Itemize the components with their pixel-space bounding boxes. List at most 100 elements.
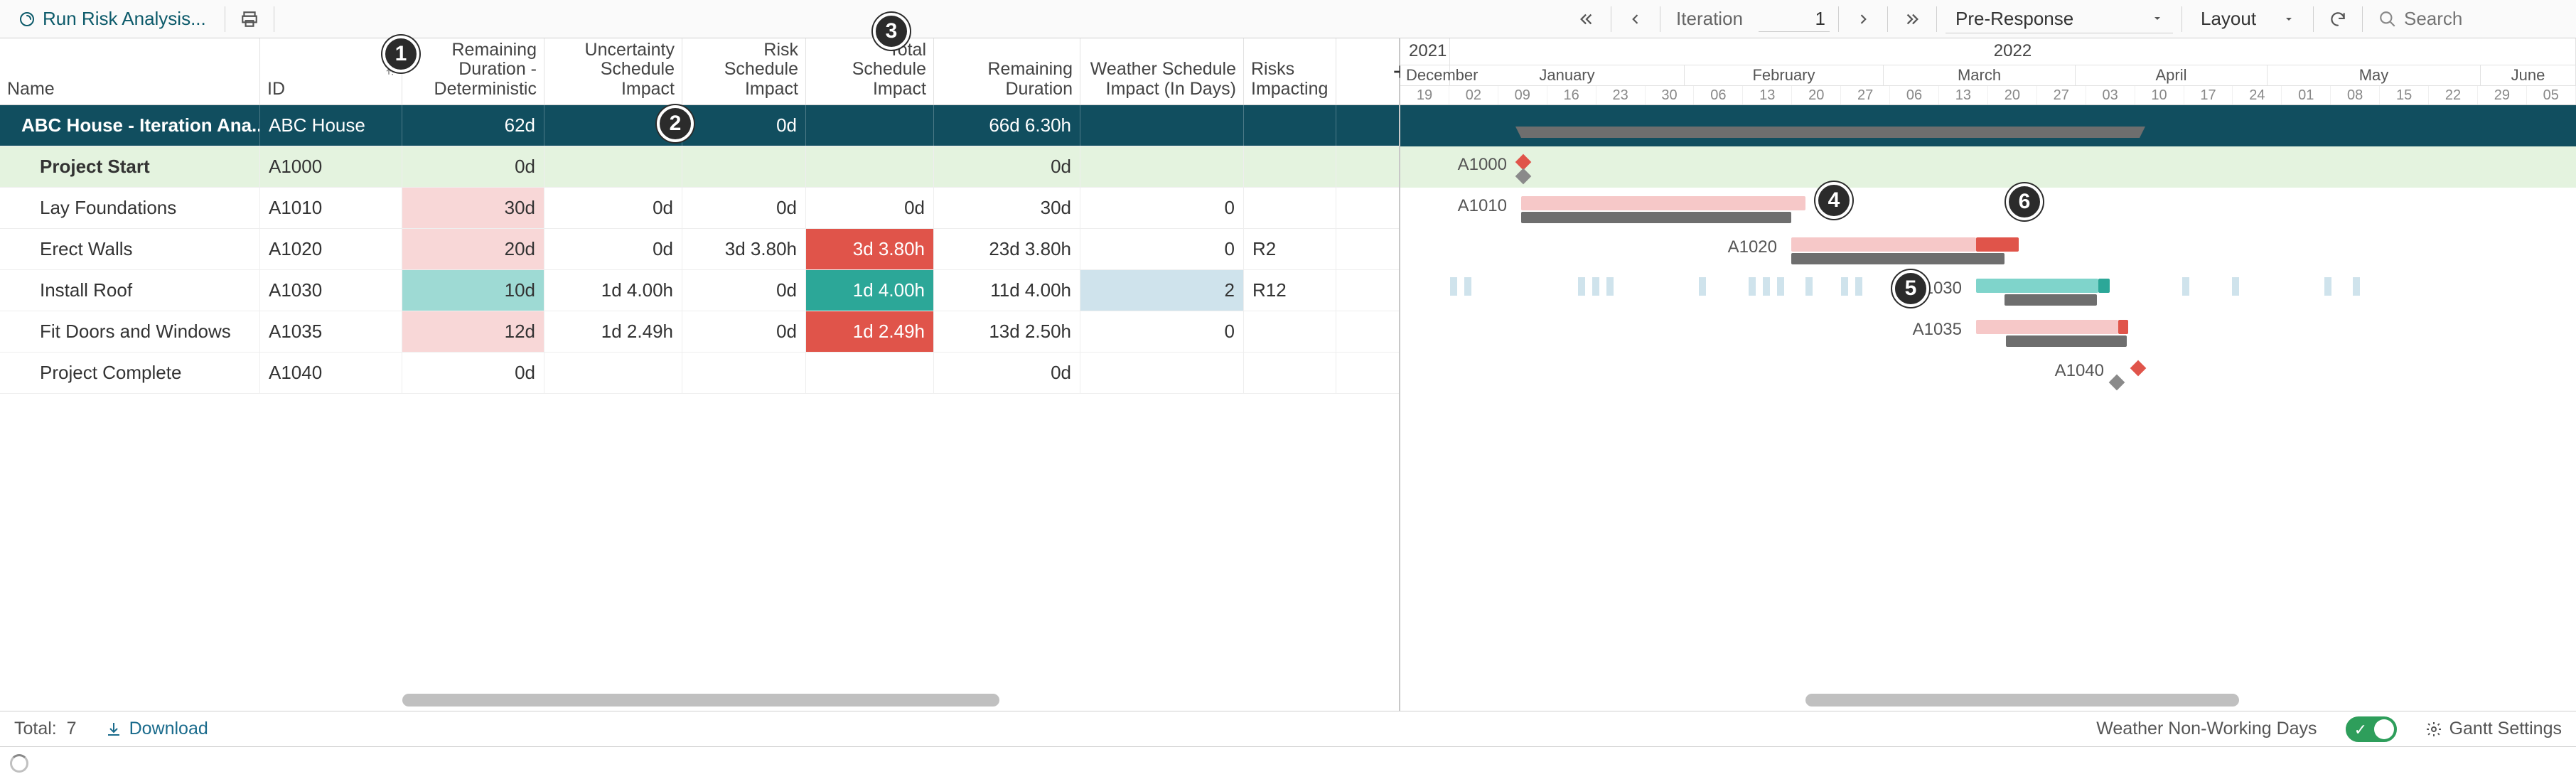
layout-dropdown[interactable]: Layout bbox=[2191, 5, 2304, 33]
gantt-row: A1035 bbox=[1400, 311, 2576, 353]
gantt-month: April bbox=[2076, 65, 2268, 86]
col-rdur-label: Remaining Duration bbox=[941, 60, 1073, 99]
run-risk-analysis-button[interactable]: Run Risk Analysis... bbox=[9, 5, 216, 33]
gantt-year-2022: 2022 bbox=[1450, 38, 2576, 65]
table-row[interactable]: Erect WallsA102020d0d3d 3.80h3d 3.80h23d… bbox=[0, 229, 1399, 270]
toolbar-divider bbox=[2362, 6, 2363, 32]
nav-first-button[interactable] bbox=[1571, 5, 1602, 33]
milestone-diamond[interactable] bbox=[2130, 360, 2147, 377]
total-label: Total: 7 bbox=[14, 719, 77, 739]
gantt-row: A1000 bbox=[1400, 146, 2576, 188]
table-row[interactable]: Project StartA10000d0d bbox=[0, 146, 1399, 188]
milestone-diamond[interactable] bbox=[2109, 375, 2125, 391]
gantt-row: A1030 bbox=[1400, 270, 2576, 311]
print-icon bbox=[240, 10, 259, 28]
table-cell: 0d bbox=[682, 188, 806, 228]
gantt-day: 16 bbox=[1547, 86, 1596, 104]
table-cell bbox=[806, 105, 934, 146]
response-dropdown[interactable]: Pre-Response bbox=[1946, 5, 2173, 33]
col-uncertainty[interactable]: Uncertainty Schedule Impact bbox=[544, 38, 682, 104]
table-cell: 2 bbox=[1080, 270, 1244, 311]
gantt-day: 05 bbox=[2527, 86, 2576, 104]
gantt-day: 20 bbox=[1988, 86, 2037, 104]
table-row[interactable]: Lay FoundationsA101030d0d0d0d30d0 bbox=[0, 188, 1399, 229]
weather-toggle[interactable]: ✓ bbox=[2346, 716, 2397, 742]
gantt-day: 27 bbox=[2037, 86, 2086, 104]
print-button[interactable] bbox=[234, 5, 265, 33]
table-cell bbox=[806, 146, 934, 187]
table-row[interactable]: Project CompleteA10400d0d bbox=[0, 353, 1399, 394]
col-risk-label: Risk Schedule Impact bbox=[689, 41, 798, 100]
col-rimpact[interactable]: Risks Impacting bbox=[1244, 38, 1336, 104]
gantt-day: 13 bbox=[1939, 86, 1988, 104]
table-cell: ABC House - Iteration Ana... bbox=[0, 105, 260, 146]
callout-4: 4 bbox=[1815, 182, 1852, 219]
gantt-bar-risk[interactable] bbox=[2118, 320, 2128, 334]
download-label: Download bbox=[129, 719, 208, 739]
weather-tick bbox=[1777, 277, 1784, 296]
gantt-bar-remaining[interactable] bbox=[1791, 253, 2005, 264]
gantt-day: 17 bbox=[2184, 86, 2233, 104]
table-cell: 20d bbox=[402, 229, 544, 269]
table-cell: 0d bbox=[402, 353, 544, 393]
main-split: Name ID Remaining Duration - Determinist… bbox=[0, 38, 2576, 711]
top-toolbar: Run Risk Analysis... Iteration Pre-Respo… bbox=[0, 0, 2576, 38]
chevron-left-icon bbox=[1628, 12, 1643, 26]
col-remaining[interactable]: Remaining Duration - Deterministic bbox=[402, 38, 544, 104]
gantt-bar-deterministic[interactable] bbox=[1521, 196, 1805, 210]
table-cell: 62d bbox=[402, 105, 544, 146]
gantt-day: 03 bbox=[2086, 86, 2135, 104]
search-input[interactable] bbox=[2404, 8, 2560, 30]
gantt-bar-uncertainty-end[interactable] bbox=[2098, 279, 2110, 293]
table-horizontal-scrollbar[interactable] bbox=[402, 694, 999, 707]
gantt-settings-label: Gantt Settings bbox=[2449, 719, 2562, 739]
table-cell bbox=[544, 146, 682, 187]
gantt-day: 02 bbox=[1449, 86, 1498, 104]
table-row[interactable]: Fit Doors and WindowsA103512d1d 2.49h0d1… bbox=[0, 311, 1399, 353]
weather-tick bbox=[1464, 277, 1471, 296]
gantt-bar-remaining[interactable] bbox=[1521, 212, 1791, 223]
gantt-bar-deterministic[interactable] bbox=[1791, 237, 1976, 252]
table-cell: A1000 bbox=[260, 146, 402, 187]
table-cell: R12 bbox=[1244, 270, 1336, 311]
col-name[interactable]: Name bbox=[0, 38, 260, 104]
table-cell: 0d bbox=[934, 353, 1080, 393]
table-cell: 1d 2.49h bbox=[806, 311, 934, 352]
summary-bar[interactable] bbox=[1521, 127, 2140, 138]
gantt-bar-remaining[interactable] bbox=[2005, 294, 2097, 306]
milestone-diamond[interactable] bbox=[1515, 168, 1532, 185]
col-rdur[interactable]: Remaining Duration bbox=[934, 38, 1080, 104]
table-cell: 0 bbox=[1080, 229, 1244, 269]
col-id[interactable]: ID bbox=[260, 38, 402, 104]
gantt-body: A1000A1010A1020A1030A1035A1040 bbox=[1400, 105, 2576, 711]
table-row[interactable]: Install RoofA103010d1d 4.00h0d1d 4.00h11… bbox=[0, 270, 1399, 311]
col-total[interactable]: Total Schedule Impact bbox=[806, 38, 934, 104]
table-cell: 11d 4.00h bbox=[934, 270, 1080, 311]
gantt-settings-button[interactable]: Gantt Settings bbox=[2425, 719, 2562, 739]
refresh-button[interactable] bbox=[2322, 5, 2354, 33]
table-cell: A1040 bbox=[260, 353, 402, 393]
col-weather[interactable]: Weather Schedule Impact (In Days) bbox=[1080, 38, 1244, 104]
gantt-bar-risk[interactable] bbox=[1976, 237, 2019, 252]
nav-last-button[interactable] bbox=[1896, 5, 1928, 33]
weather-tick bbox=[1763, 277, 1770, 296]
gantt-horizontal-scrollbar[interactable] bbox=[1805, 694, 2239, 707]
callout-3: 3 bbox=[873, 13, 910, 50]
gantt-bar-deterministic[interactable] bbox=[1976, 320, 2118, 334]
iteration-input[interactable] bbox=[1759, 6, 1830, 32]
nav-next-button[interactable] bbox=[1847, 5, 1879, 33]
col-risk[interactable]: Risk Schedule Impact bbox=[682, 38, 806, 104]
gantt-bar-remaining[interactable] bbox=[2006, 335, 2127, 347]
nav-prev-button[interactable] bbox=[1620, 5, 1651, 33]
gantt-month-row: DecemberJanuaryFebruaryMarchAprilMayJune bbox=[1400, 65, 2576, 87]
table-cell bbox=[1244, 188, 1336, 228]
table-cell bbox=[1080, 105, 1244, 146]
table-cell: 3d 3.80h bbox=[806, 229, 934, 269]
table-cell bbox=[1244, 353, 1336, 393]
gantt-bar-uncertainty[interactable] bbox=[1976, 279, 2098, 293]
toolbar-divider bbox=[1887, 6, 1888, 32]
status-bar bbox=[0, 746, 2576, 779]
download-button[interactable]: Download bbox=[105, 719, 208, 739]
table-cell: Project Complete bbox=[0, 353, 260, 393]
table-row[interactable]: ABC House - Iteration Ana...ABC House62d… bbox=[0, 105, 1399, 146]
